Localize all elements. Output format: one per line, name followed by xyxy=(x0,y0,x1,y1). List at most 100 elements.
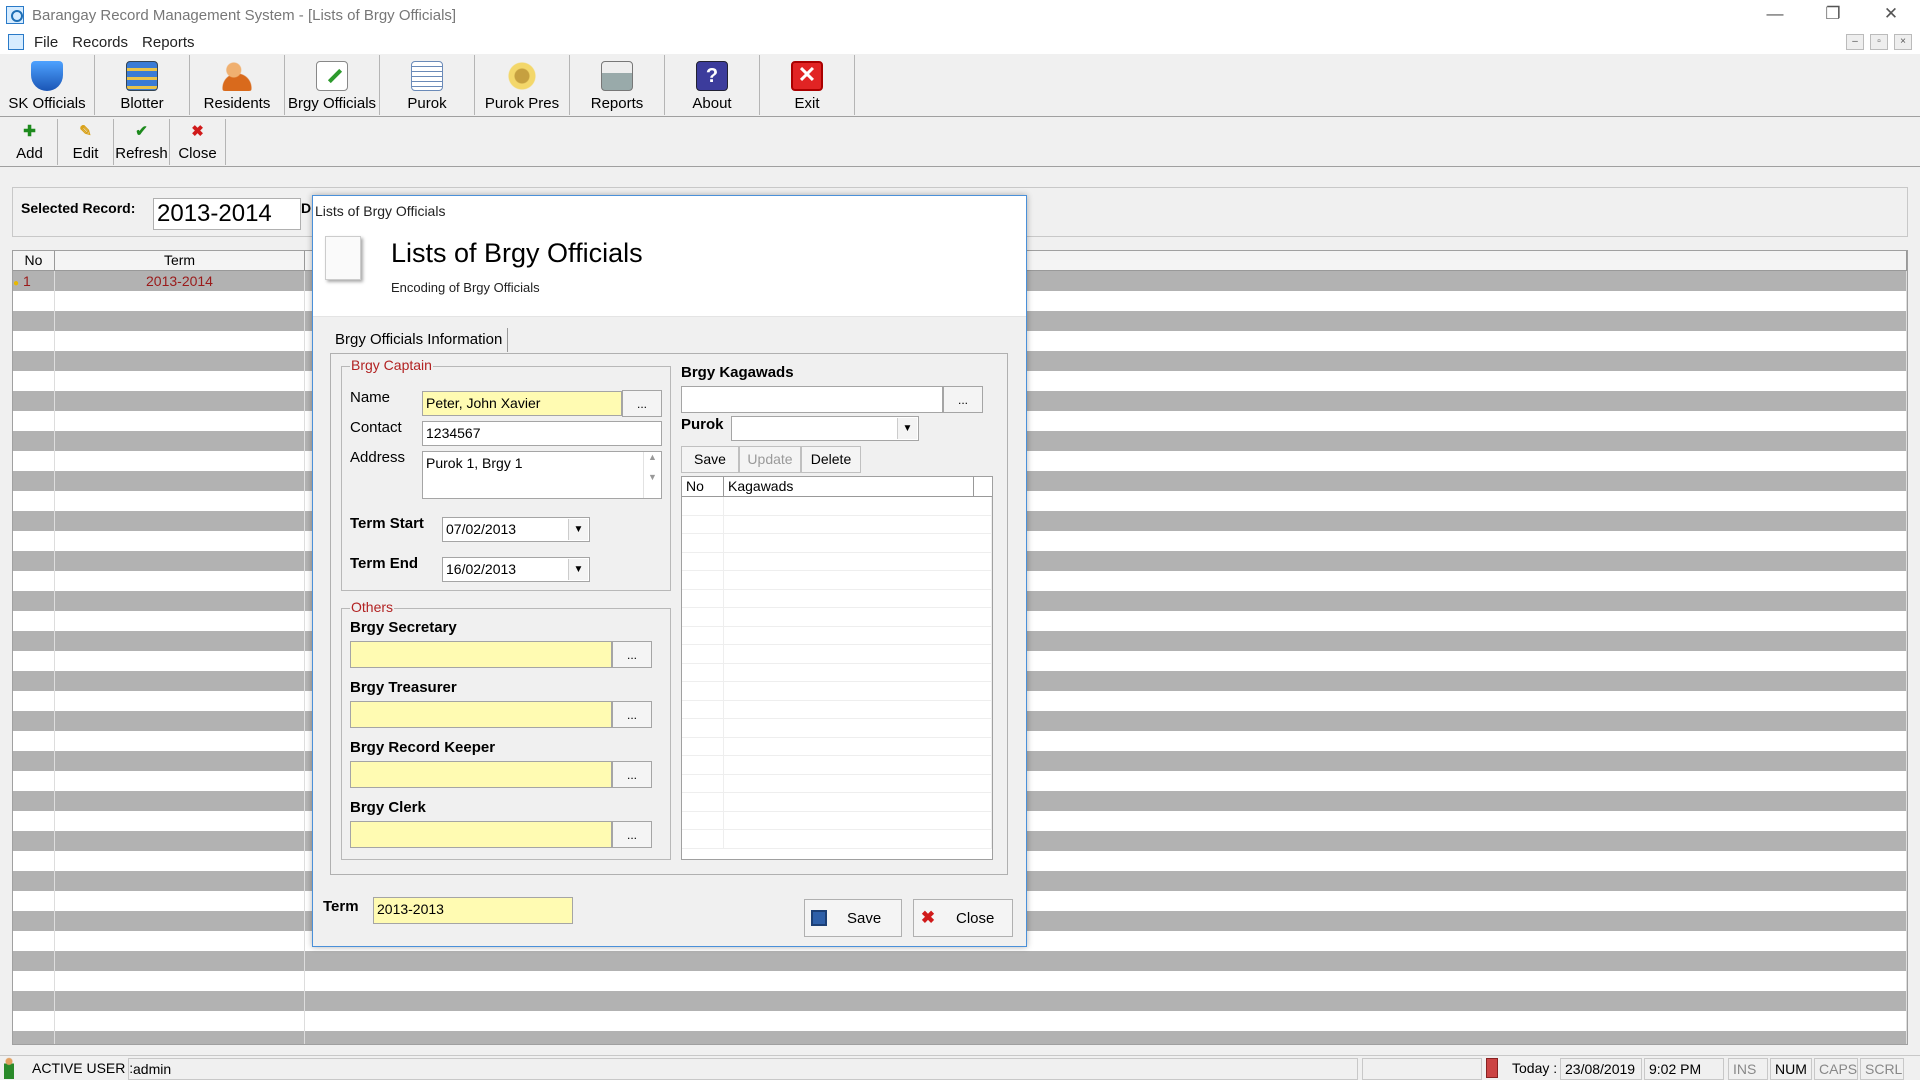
term-end-picker[interactable]: 16/02/2013 ▼ xyxy=(442,557,590,582)
clerk-browse-button[interactable]: ... xyxy=(612,821,652,848)
term-field[interactable]: 2013-2013 xyxy=(373,897,573,924)
kagawads-col-no[interactable]: No xyxy=(682,477,724,496)
treasurer-label: Brgy Treasurer xyxy=(350,679,457,696)
secretary-field[interactable] xyxy=(350,641,612,668)
printer-icon xyxy=(601,61,633,91)
secretary-browse-button[interactable]: ... xyxy=(612,641,652,668)
menu-file[interactable]: File xyxy=(34,34,58,51)
record-keeper-browse-button[interactable]: ... xyxy=(612,761,652,788)
exit-button[interactable]: ✕ Exit xyxy=(760,55,855,115)
time-value: 9:02 PM xyxy=(1644,1058,1724,1080)
purok-select[interactable]: ▼ xyxy=(731,416,919,441)
refresh-button[interactable]: ✔ Refresh xyxy=(114,119,170,165)
caps-indicator: CAPS xyxy=(1814,1058,1858,1080)
check-icon: ✔ xyxy=(135,123,148,140)
others-group: Others Brgy Secretary ... Brgy Treasurer… xyxy=(341,599,671,860)
mdi-child-icon[interactable] xyxy=(8,34,24,50)
record-keeper-field[interactable] xyxy=(350,761,612,788)
brgy-officials-button[interactable]: Brgy Officials xyxy=(285,55,380,115)
term-start-picker[interactable]: 07/02/2013 ▼ xyxy=(442,517,590,542)
kagawads-list[interactable]: No Kagawads xyxy=(681,476,993,860)
empty-kagawad-row xyxy=(682,589,992,608)
about-label: About xyxy=(692,95,732,112)
add-icon: ✚ xyxy=(23,123,36,140)
purok-button[interactable]: Purok xyxy=(380,55,475,115)
add-button[interactable]: ✚ Add xyxy=(2,119,58,165)
captain-name-field[interactable]: Peter, John Xavier xyxy=(422,391,622,416)
clerk-label: Brgy Clerk xyxy=(350,799,426,816)
term-start-value: 07/02/2013 xyxy=(446,521,517,537)
blotter-icon xyxy=(126,61,158,91)
header-term[interactable]: Term xyxy=(55,251,305,270)
restore-button[interactable]: ❐ xyxy=(1804,0,1862,30)
kagawad-update-button[interactable]: Update xyxy=(739,446,801,473)
empty-row xyxy=(13,1031,1907,1044)
residents-label: Residents xyxy=(203,95,271,112)
address-field[interactable]: Purok 1, Brgy 1 ▲ ▼ xyxy=(422,451,662,499)
hidden-label: D xyxy=(301,200,312,216)
term-start-label: Term Start xyxy=(350,515,424,532)
calendar-icon xyxy=(1486,1058,1498,1078)
exit-icon: ✕ xyxy=(791,61,823,91)
tab-panel: Brgy Captain Name Peter, John Xavier ...… xyxy=(330,353,1008,875)
term-end-value: 16/02/2013 xyxy=(446,561,517,577)
treasurer-field[interactable] xyxy=(350,701,612,728)
empty-kagawad-row xyxy=(682,756,992,775)
kagawads-col-name[interactable]: Kagawads xyxy=(724,477,974,496)
purok-icon xyxy=(411,61,443,91)
mdi-close-button[interactable]: × xyxy=(1894,34,1912,50)
add-label: Add xyxy=(16,145,43,162)
menu-reports[interactable]: Reports xyxy=(142,34,195,51)
about-button[interactable]: ? About xyxy=(665,55,760,115)
purok-pres-button[interactable]: Purok Pres xyxy=(475,55,570,115)
kagawad-save-button[interactable]: Save xyxy=(681,446,739,473)
menu-records[interactable]: Records xyxy=(72,34,128,51)
empty-kagawad-row xyxy=(682,571,992,590)
window-controls: — ❐ ✕ xyxy=(1746,0,1920,30)
kagawad-browse-button[interactable]: ... xyxy=(943,386,983,413)
address-scrollbar[interactable]: ▲ ▼ xyxy=(643,452,661,498)
num-indicator: NUM xyxy=(1770,1058,1812,1080)
minimize-button[interactable]: — xyxy=(1746,0,1804,30)
reports-label: Reports xyxy=(590,95,644,112)
mdi-restore-button[interactable]: ▫ xyxy=(1870,34,1888,50)
refresh-label: Refresh xyxy=(115,145,168,162)
dialog-close-label: Close xyxy=(956,909,995,927)
kagawad-field[interactable] xyxy=(681,386,943,413)
kagawad-delete-button[interactable]: Delete xyxy=(801,446,861,473)
header-no[interactable]: No xyxy=(13,251,55,270)
empty-kagawad-row xyxy=(682,719,992,738)
selected-record-value[interactable]: 2013-2014 xyxy=(153,198,301,230)
close-form-button[interactable]: ✖ Close xyxy=(170,119,226,165)
floppy-icon xyxy=(811,910,827,926)
dialog-close-button[interactable]: ✖ Close xyxy=(913,899,1013,937)
reports-button[interactable]: Reports xyxy=(570,55,665,115)
captain-browse-button[interactable]: ... xyxy=(622,390,662,417)
purok-label: Purok xyxy=(407,95,447,112)
contact-field[interactable]: 1234567 xyxy=(422,421,662,446)
clerk-field[interactable] xyxy=(350,821,612,848)
sk-officials-label: SK Officials xyxy=(8,95,86,112)
shield-icon xyxy=(31,61,63,91)
empty-kagawad-row xyxy=(682,700,992,719)
chevron-down-icon[interactable]: ▼ xyxy=(897,418,917,439)
sk-officials-button[interactable]: SK Officials xyxy=(0,55,95,115)
pencil-icon: ✎ xyxy=(79,123,92,140)
residents-button[interactable]: Residents xyxy=(190,55,285,115)
edit-label: Edit xyxy=(72,145,99,162)
edit-button[interactable]: ✎ Edit xyxy=(58,119,114,165)
captain-group-title: Brgy Captain xyxy=(350,357,433,373)
others-group-title: Others xyxy=(350,599,395,615)
captain-group: Brgy Captain Name Peter, John Xavier ...… xyxy=(341,357,671,591)
mdi-minimize-button[interactable]: – xyxy=(1846,34,1864,50)
close-window-button[interactable]: ✕ xyxy=(1862,0,1920,30)
tab-brgy-officials-information[interactable]: Brgy Officials Information xyxy=(330,328,509,352)
dialog-save-label: Save xyxy=(847,909,882,927)
dialog-banner: Lists of Brgy Officials Encoding of Brgy… xyxy=(313,226,1026,317)
chevron-down-icon[interactable]: ▼ xyxy=(568,559,588,580)
dialog-save-button[interactable]: Save xyxy=(804,899,902,937)
chevron-down-icon[interactable]: ▼ xyxy=(568,519,588,540)
treasurer-browse-button[interactable]: ... xyxy=(612,701,652,728)
empty-row xyxy=(13,991,1907,1011)
blotter-button[interactable]: Blotter xyxy=(95,55,190,115)
